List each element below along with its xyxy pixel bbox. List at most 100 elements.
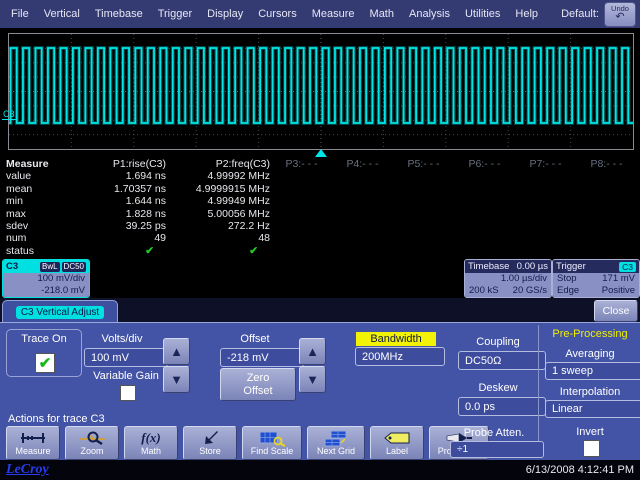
volts-div-up-button[interactable]: ▲ bbox=[163, 338, 190, 365]
menu-item-utilities[interactable]: Utilities bbox=[462, 6, 503, 22]
timebase-descriptor[interactable]: Timebase 0.00 µs 1.00 µs/div 200 kS 20 G… bbox=[464, 259, 552, 298]
menu-item-analysis[interactable]: Analysis bbox=[406, 6, 453, 22]
menu-item-measure[interactable]: Measure bbox=[309, 6, 358, 22]
measure-button[interactable]: Measure bbox=[6, 426, 60, 460]
store-button[interactable]: Store bbox=[183, 426, 237, 460]
volts-div-down-button[interactable]: ▼ bbox=[163, 366, 190, 393]
channel-c3-descriptor[interactable]: C3 BwL DC50 100 mV/div -218.0 mV bbox=[2, 259, 90, 298]
measure-cell bbox=[333, 170, 394, 182]
measure-cell bbox=[272, 208, 333, 220]
measure-cell bbox=[394, 220, 455, 232]
menu-item-help[interactable]: Help bbox=[512, 6, 541, 22]
variable-gain-checkbox[interactable] bbox=[120, 385, 136, 401]
tab-c3-vertical-adjust[interactable]: C3 Vertical Adjust bbox=[2, 300, 118, 323]
sample-rate: 20 GS/s bbox=[513, 285, 547, 297]
measure-cell bbox=[577, 208, 638, 220]
menu-item-cursors[interactable]: Cursors bbox=[255, 6, 300, 22]
volts-div-label: Volts/div bbox=[80, 333, 164, 345]
measure-col-header-p7[interactable]: P7:- - - bbox=[516, 158, 577, 170]
lecroy-logo: LeCroy bbox=[6, 462, 49, 478]
measure-cell bbox=[394, 183, 455, 195]
menu-item-display[interactable]: Display bbox=[204, 6, 246, 22]
measure-col-header-p8[interactable]: P8:- - - bbox=[577, 158, 638, 170]
measure-cell: 48 bbox=[168, 232, 272, 244]
default-label: Default: bbox=[561, 8, 599, 20]
measure-status-cell bbox=[577, 245, 638, 257]
measure-col-header-p3[interactable]: P3:- - - bbox=[272, 158, 333, 170]
measure-panel: MeasureP1:rise(C3)P2:freq(C3)P3:- - -P4:… bbox=[0, 158, 640, 258]
invert-label: Invert bbox=[546, 426, 634, 438]
measure-row-label-min: min bbox=[6, 195, 70, 207]
coupling-field[interactable]: DC50Ω bbox=[458, 351, 546, 370]
trigger-slope: Positive bbox=[602, 285, 635, 297]
measure-col-header-p5[interactable]: P5:- - - bbox=[394, 158, 455, 170]
menu-item-vertical[interactable]: Vertical bbox=[41, 6, 83, 22]
zoom-icon bbox=[77, 430, 107, 446]
measure-cell bbox=[577, 220, 638, 232]
measure-cell bbox=[455, 170, 516, 182]
offset-field[interactable]: -218 mV bbox=[220, 348, 304, 367]
measure-col-header-p1[interactable]: P1:rise(C3) bbox=[70, 158, 168, 170]
measure-col-header-p6[interactable]: P6:- - - bbox=[455, 158, 516, 170]
undo-icon: ↶ bbox=[615, 12, 624, 23]
trace-on-checkbox[interactable]: ✔ bbox=[35, 353, 55, 373]
label-button[interactable]: Label bbox=[370, 426, 424, 460]
timebase-body: 1.00 µs/div 200 kS 20 GS/s bbox=[465, 273, 551, 297]
measure-cell bbox=[333, 220, 394, 232]
offset-down-button[interactable]: ▼ bbox=[299, 366, 326, 393]
volts-div-field[interactable]: 100 mV bbox=[84, 348, 168, 367]
find-scale-icon bbox=[257, 430, 287, 446]
trigger-descriptor[interactable]: Trigger C3 Stop 171 mV Edge Positive bbox=[552, 259, 640, 298]
math-button[interactable]: f(x) Math bbox=[124, 426, 178, 460]
channel-badges: BwL DC50 bbox=[40, 262, 86, 272]
store-icon bbox=[195, 430, 225, 446]
menu-item-trigger[interactable]: Trigger bbox=[155, 6, 195, 22]
zoom-button[interactable]: Zoom bbox=[65, 426, 119, 460]
channel-c3-header: C3 BwL DC50 bbox=[3, 260, 89, 273]
interpolation-label: Interpolation bbox=[546, 386, 634, 398]
measure-cell: 1.828 ns bbox=[70, 208, 168, 220]
measure-cell bbox=[455, 232, 516, 244]
label-tag-icon bbox=[382, 430, 412, 446]
measure-row-label-sdev: sdev bbox=[6, 220, 70, 232]
menu-item-math[interactable]: Math bbox=[367, 6, 397, 22]
undo-button[interactable]: Undo ↶ bbox=[604, 2, 636, 27]
next-grid-button[interactable]: Next Grid bbox=[307, 426, 365, 460]
measure-cell bbox=[272, 232, 333, 244]
trigger-source-badge: C3 bbox=[619, 262, 636, 272]
zero-offset-button[interactable]: Zero Offset bbox=[220, 368, 296, 401]
measure-cell bbox=[394, 170, 455, 182]
math-button-label: Math bbox=[141, 446, 161, 456]
averaging-field[interactable]: 1 sweep bbox=[545, 362, 640, 380]
measure-row-label-mean: mean bbox=[6, 183, 70, 195]
measure-cell bbox=[516, 208, 577, 220]
measure-icon bbox=[18, 430, 48, 446]
measure-col-header-p2[interactable]: P2:freq(C3) bbox=[168, 158, 272, 170]
invert-checkbox[interactable] bbox=[583, 440, 600, 457]
offset-up-button[interactable]: ▲ bbox=[299, 338, 326, 365]
menu-item-timebase[interactable]: Timebase bbox=[92, 6, 146, 22]
measure-col-header-p4[interactable]: P4:- - - bbox=[333, 158, 394, 170]
measure-cell: 4.9999915 MHz bbox=[168, 183, 272, 195]
close-button[interactable]: Close bbox=[594, 300, 638, 322]
measure-cell bbox=[577, 183, 638, 195]
channel-ground-marker[interactable]: C3 bbox=[2, 109, 16, 120]
find-scale-button[interactable]: Find Scale bbox=[242, 426, 302, 460]
dialog-tab-bar: C3 Vertical Adjust bbox=[0, 298, 640, 322]
measure-cell bbox=[455, 220, 516, 232]
waveform-svg bbox=[9, 34, 633, 149]
probe-atten-field[interactable]: ÷1 bbox=[450, 441, 544, 458]
sample-count: 200 kS bbox=[469, 285, 499, 297]
measure-cell: 39.25 ps bbox=[70, 220, 168, 232]
timebase-delay: 0.00 µs bbox=[517, 261, 548, 272]
deskew-field[interactable]: 0.0 ps bbox=[458, 397, 546, 416]
interpolation-field[interactable]: Linear bbox=[545, 400, 640, 418]
descriptor-row: C3 BwL DC50 100 mV/div -218.0 mV Timebas… bbox=[0, 258, 640, 298]
measure-cell bbox=[516, 183, 577, 195]
measure-cell bbox=[577, 195, 638, 207]
menu-item-file[interactable]: File bbox=[8, 6, 32, 22]
measure-table-title: Measure bbox=[6, 158, 70, 170]
trigger-position-marker[interactable] bbox=[315, 149, 327, 157]
deskew-label: Deskew bbox=[455, 382, 541, 394]
bandwidth-field[interactable]: 200MHz bbox=[355, 347, 445, 366]
